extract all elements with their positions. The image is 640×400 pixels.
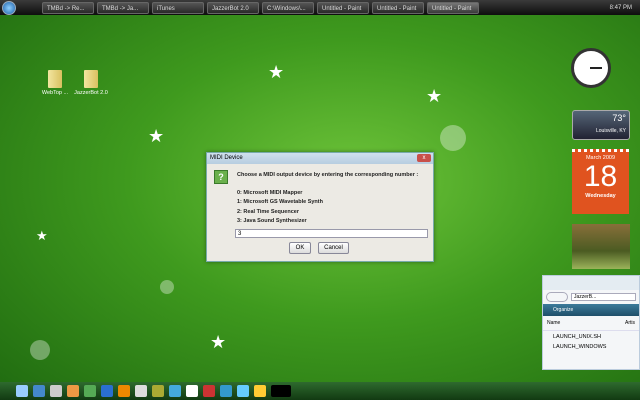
file-item[interactable]: LAUNCH_WINDOWS [543,343,639,351]
weather-temp: 73° [612,113,626,123]
organize-button[interactable]: Organize [543,304,639,316]
file-item[interactable]: LAUNCH_UNIX.SH [543,331,639,343]
explorer-window: JazzerB... Organize Name Artis LAUNCH_UNI… [542,275,640,370]
clock-gadget [571,48,611,88]
slideshow-gadget [572,224,630,269]
circle-decoration [160,280,174,294]
taskbar-item[interactable]: Untitled - Paint [317,1,369,14]
taskbar-item[interactable]: TMBd -> Re... [42,1,94,14]
midi-device-dialog: MIDI Device x ? Choose a MIDI output devi… [206,152,434,262]
desktop-icon[interactable]: WebTop ... [38,70,72,96]
address-path[interactable]: JazzerB... [571,293,636,301]
option-text: 1: Microsoft GS Wavetable Synth [237,199,323,205]
taskbar-item[interactable]: iTunes [152,1,204,14]
column-artist[interactable]: Artis [625,320,635,326]
app-icon[interactable] [237,385,249,397]
app-icon[interactable] [135,385,147,397]
app-icon[interactable] [203,385,215,397]
dialog-titlebar: MIDI Device x [207,153,433,164]
option-text: 2: Real Time Sequencer [237,209,299,215]
browser-icon[interactable] [67,385,79,397]
taskbar-item[interactable]: JazzerBot 2.0 [207,1,259,14]
app-icon[interactable] [186,385,198,397]
star-decoration: ★ [36,228,48,243]
address-bar: JazzerB... [543,290,639,304]
weather-city: Louisville, KY [595,128,626,134]
close-button[interactable]: x [417,154,431,162]
app-icon[interactable] [84,385,96,397]
circle-decoration [30,340,50,360]
app-icon[interactable] [33,385,45,397]
star-decoration: ★ [148,126,165,146]
app-icon[interactable] [271,385,291,397]
ok-button[interactable]: OK [289,242,311,254]
option-text: 3: Java Sound Synthesizer [237,218,307,224]
app-icon[interactable] [152,385,164,397]
folder-icon [84,70,98,88]
explorer-titlebar [543,276,639,290]
star-decoration: ★ [268,62,285,82]
star-decoration: ★ [426,86,443,106]
calendar-weekday: Wednesday [585,193,616,199]
weather-gadget: 73° Louisville, KY [572,110,630,140]
cancel-button[interactable]: Cancel [318,242,349,254]
question-icon: ? [214,170,228,184]
column-headers: Name Artis [543,316,639,331]
clock-hand [590,67,602,69]
app-icon[interactable] [169,385,181,397]
taskbar-item[interactable]: C:\Windows\... [262,1,314,14]
calendar-gadget: March 2009 18 Wednesday [572,149,629,214]
folder-icon[interactable] [254,385,266,397]
dock-bar [0,382,640,400]
illustrator-icon[interactable] [118,385,130,397]
taskbar-item[interactable]: Untitled - Paint [372,1,424,14]
device-number-input[interactable]: 3 [235,229,428,238]
taskbar-item[interactable]: TMBd -> Ja... [97,1,149,14]
app-icon[interactable] [50,385,62,397]
calendar-day: 18 [583,160,618,193]
circle-decoration [440,125,466,151]
folder-icon [48,70,62,88]
back-forward-icon[interactable] [546,292,568,302]
column-name[interactable]: Name [547,320,560,326]
taskbar-clock[interactable]: 8:47 PM [610,5,640,11]
taskbar: TMBd -> Re... TMBd -> Ja... iTunes Jazze… [0,0,640,15]
start-button[interactable] [2,0,16,15]
taskbar-item[interactable]: Untitled - Paint [427,1,479,14]
app-icon[interactable] [16,385,28,397]
dialog-prompt: Choose a MIDI output device by entering … [237,172,419,178]
option-text: 0: Microsoft MIDI Mapper [237,190,303,196]
app-icon[interactable] [220,385,232,397]
star-decoration: ★ [210,332,227,352]
desktop-icon[interactable]: JazzerBot 2.0 [74,70,108,96]
photoshop-icon[interactable] [101,385,113,397]
